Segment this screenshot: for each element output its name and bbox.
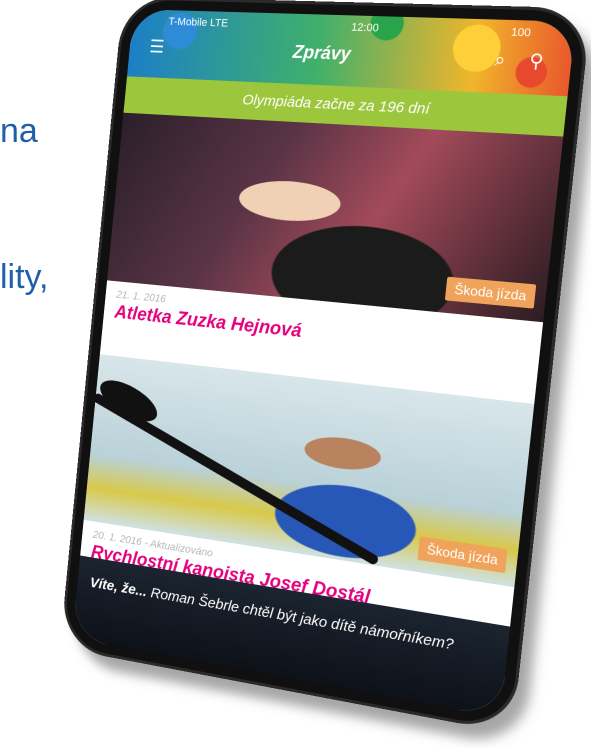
page-title: Zprávy (291, 41, 352, 64)
phone-frame: T-Mobile LTE 12:00 100 ☰ Zprávy ⌕ ⚲ Olym… (62, 0, 588, 730)
filter-icon[interactable]: ⚲ (522, 48, 551, 74)
slide-text-line-1: na (0, 112, 38, 150)
sponsor-badge: Škoda jízda (417, 536, 508, 574)
article-card[interactable]: Škoda jízda 21. 1. 2016 Atletka Zuzka He… (102, 112, 564, 381)
hamburger-icon[interactable]: ☰ (145, 35, 169, 59)
app-screen: T-Mobile LTE 12:00 100 ☰ Zprávy ⌕ ⚲ Olym… (72, 9, 576, 718)
search-icon[interactable]: ⌕ (486, 47, 514, 73)
status-time: 12:00 (350, 21, 380, 35)
carrier-label: T-Mobile LTE (167, 16, 229, 30)
sponsor-badge: Škoda jízda (444, 276, 537, 309)
battery-label: 100 (510, 26, 532, 40)
fun-fact-prefix: Víte, že... (89, 574, 148, 601)
header-actions: ⌕ ⚲ (486, 47, 551, 75)
slide-text-line-2: lity, (0, 258, 49, 296)
